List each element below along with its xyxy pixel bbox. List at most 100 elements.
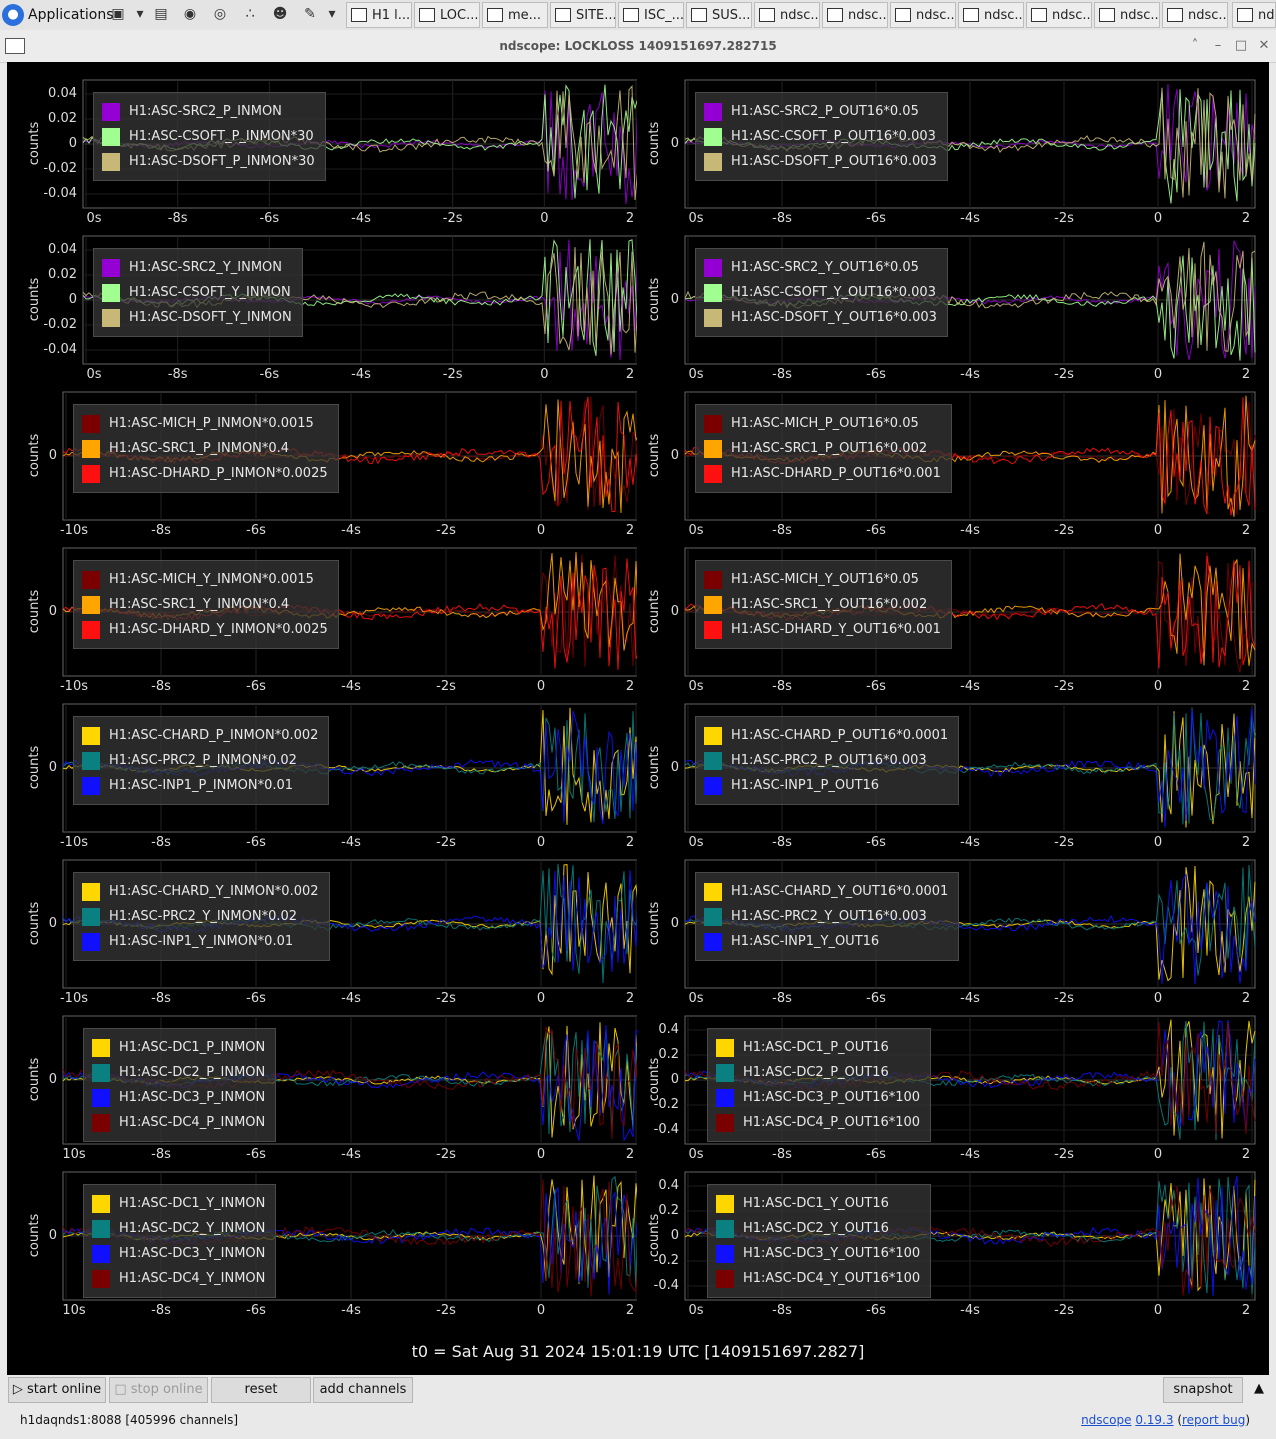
plot-legend[interactable]: H1:ASC-MICH_P_OUT16*0.05 H1:ASC-SRC1_P_OU…	[695, 404, 952, 493]
legend-item[interactable]: H1:ASC-DC2_P_INMON	[92, 1060, 265, 1085]
legend-item[interactable]: H1:ASC-DC4_P_OUT16*100	[716, 1110, 920, 1135]
legend-item[interactable]: H1:ASC-DC3_P_INMON	[92, 1085, 265, 1110]
legend-item[interactable]: H1:ASC-PRC2_P_OUT16*0.003	[704, 748, 948, 773]
plot-panel[interactable]: counts 0s -8s -6s -4s -2s 0 2 0 H1:ASC-MICH_P_OUT…	[627, 374, 1257, 538]
version-link[interactable]: 0.19.3	[1135, 1413, 1173, 1427]
taskbar-window-item[interactable]: ndsc...	[1094, 2, 1160, 28]
legend-item[interactable]: H1:ASC-DSOFT_P_INMON*30	[102, 149, 315, 174]
taskbar-window-item[interactable]: nd	[1232, 2, 1276, 28]
add-channels-button[interactable]: add channels	[313, 1377, 413, 1403]
legend-item[interactable]: H1:ASC-PRC2_Y_INMON*0.02	[82, 904, 319, 929]
legend-item[interactable]: H1:ASC-MICH_P_INMON*0.0015	[82, 411, 328, 436]
legend-item[interactable]: H1:ASC-CHARD_P_INMON*0.002	[82, 723, 318, 748]
close-button[interactable]: ✕	[1255, 37, 1273, 55]
plot-panel[interactable]: counts 0s -8s -6s -4s -2s 0 2 0 H1:ASC-CHARD_P_OU…	[627, 686, 1257, 850]
plot-legend[interactable]: H1:ASC-MICH_P_INMON*0.0015 H1:ASC-SRC1_P_…	[73, 404, 339, 493]
legend-item[interactable]: H1:ASC-SRC2_Y_INMON	[102, 255, 292, 280]
legend-item[interactable]: H1:ASC-INP1_P_INMON*0.01	[82, 773, 318, 798]
report-bug-link[interactable]: report bug	[1182, 1413, 1245, 1427]
legend-item[interactable]: H1:ASC-MICH_P_OUT16*0.05	[704, 411, 941, 436]
plot-panel[interactable]: counts 0s -8s -6s -4s -2s 0 2 0.4 0.2 0 -0.2 -0.4 H1:…	[627, 998, 1257, 1162]
legend-item[interactable]: H1:ASC-DC1_P_INMON	[92, 1035, 265, 1060]
plot-panel[interactable]: counts 0s -8s -6s -4s -2s 0 2 0.4 0.2 0 -0.2 -0.4 H1:…	[627, 1154, 1257, 1318]
plot-legend[interactable]: H1:ASC-DC1_P_OUT16 H1:ASC-DC2_P_OUT16 H1:A…	[707, 1028, 932, 1142]
legend-item[interactable]: H1:ASC-SRC2_P_INMON	[102, 99, 315, 124]
legend-item[interactable]: H1:ASC-PRC2_Y_OUT16*0.003	[704, 904, 948, 929]
taskbar-window-item[interactable]: ndsc...	[1162, 2, 1228, 28]
legend-item[interactable]: H1:ASC-CSOFT_Y_OUT16*0.003	[704, 280, 937, 305]
legend-item[interactable]: H1:ASC-SRC1_Y_INMON*0.4	[82, 592, 328, 617]
taskbar-window-item[interactable]: ndsc...	[822, 2, 888, 28]
legend-item[interactable]: H1:ASC-CHARD_Y_INMON*0.002	[82, 879, 319, 904]
taskbar-window-item[interactable]: ndsc...	[754, 2, 820, 28]
legend-item[interactable]: H1:ASC-DC1_P_OUT16	[716, 1035, 920, 1060]
legend-item[interactable]: H1:ASC-DC4_Y_OUT16*100	[716, 1266, 920, 1291]
legend-item[interactable]: H1:ASC-SRC1_P_OUT16*0.002	[704, 436, 941, 461]
legend-item[interactable]: H1:ASC-INP1_P_OUT16	[704, 773, 948, 798]
legend-item[interactable]: H1:ASC-DHARD_Y_INMON*0.0025	[82, 617, 328, 642]
legend-item[interactable]: H1:ASC-DC1_Y_INMON	[92, 1191, 265, 1216]
plot-panel[interactable]: counts 10s -8s -6s -4s -2s 0 2 0 H1:ASC-DC1_P_INM…	[7, 998, 637, 1162]
legend-item[interactable]: H1:ASC-DHARD_Y_OUT16*0.001	[704, 617, 941, 642]
legend-item[interactable]: H1:ASC-SRC2_P_OUT16*0.05	[704, 99, 937, 124]
legend-item[interactable]: H1:ASC-DC3_Y_INMON	[92, 1241, 265, 1266]
legend-item[interactable]: H1:ASC-DHARD_P_OUT16*0.001	[704, 461, 941, 486]
snapshot-button[interactable]: snapshot	[1163, 1377, 1243, 1403]
legend-item[interactable]: H1:ASC-DSOFT_Y_INMON	[102, 305, 292, 330]
firefox-icon[interactable]: ◉	[180, 4, 200, 24]
legend-item[interactable]: H1:ASC-CSOFT_P_INMON*30	[102, 124, 315, 149]
taskbar-window-item[interactable]: SUS...	[686, 2, 752, 28]
ndscope-link[interactable]: ndscope	[1081, 1413, 1131, 1427]
legend-item[interactable]: H1:ASC-SRC1_Y_OUT16*0.002	[704, 592, 941, 617]
plot-panel[interactable]: counts -10s -8s -6s -4s -2s 0 2 0 H1:ASC-CHARD_Y_…	[7, 842, 637, 1006]
legend-item[interactable]: H1:ASC-DHARD_P_INMON*0.0025	[82, 461, 328, 486]
legend-item[interactable]: H1:ASC-DC3_Y_OUT16*100	[716, 1241, 920, 1266]
legend-item[interactable]: H1:ASC-DC3_P_OUT16*100	[716, 1085, 920, 1110]
plot-legend[interactable]: H1:ASC-CHARD_Y_INMON*0.002 H1:ASC-PRC2_Y_…	[73, 872, 330, 961]
legend-item[interactable]: H1:ASC-CHARD_Y_OUT16*0.0001	[704, 879, 948, 904]
plot-legend[interactable]: H1:ASC-SRC2_Y_INMON H1:ASC-CSOFT_Y_INMON H…	[93, 248, 303, 337]
start-online-button[interactable]: ▷ start online	[8, 1377, 106, 1403]
plot-legend[interactable]: H1:ASC-MICH_Y_OUT16*0.05 H1:ASC-SRC1_Y_OU…	[695, 560, 952, 649]
collapse-icon[interactable]: ▲	[1248, 1377, 1270, 1403]
maximize-button[interactable]: □	[1232, 37, 1250, 55]
legend-item[interactable]: H1:ASC-SRC2_Y_OUT16*0.05	[704, 255, 937, 280]
plot-legend[interactable]: H1:ASC-CHARD_Y_OUT16*0.0001 H1:ASC-PRC2_Y…	[695, 872, 960, 961]
plot-legend[interactable]: H1:ASC-SRC2_Y_OUT16*0.05 H1:ASC-CSOFT_Y_O…	[695, 248, 948, 337]
taskbar-window-item[interactable]: me...	[482, 2, 548, 28]
plot-legend[interactable]: H1:ASC-DC1_Y_INMON H1:ASC-DC2_Y_INMON H1:A…	[83, 1184, 277, 1298]
legend-item[interactable]: H1:ASC-DC2_Y_INMON	[92, 1216, 265, 1241]
users-icon[interactable]: ☻	[270, 4, 290, 24]
plot-legend[interactable]: H1:ASC-SRC2_P_OUT16*0.05 H1:ASC-CSOFT_P_O…	[695, 92, 948, 181]
plot-panel[interactable]: counts -10s -8s -6s -4s -2s 0 2 0 H1:ASC-MICH_Y_I…	[7, 530, 637, 694]
plot-panel[interactable]: counts 0s -8s -6s -4s -2s 0 2 0.04 0.02 0 -0.02 -0.0…	[7, 62, 637, 226]
legend-item[interactable]: H1:ASC-DC2_P_OUT16	[716, 1060, 920, 1085]
taskbar-window-item[interactable]: H1 l...	[346, 2, 412, 28]
legend-item[interactable]: H1:ASC-INP1_Y_OUT16	[704, 929, 948, 954]
legend-item[interactable]: H1:ASC-MICH_Y_INMON*0.0015	[82, 567, 328, 592]
taskbar-window-item[interactable]: ndsc...	[958, 2, 1024, 28]
plot-panel[interactable]: counts 0s -8s -6s -4s -2s 0 2 0 H1:ASC-CHARD_Y_OU…	[627, 842, 1257, 1006]
chevron-down-icon[interactable]: ▾	[130, 4, 150, 24]
plot-panel[interactable]: counts 0s -8s -6s -4s -2s 0 2 0.04 0.02 0 -0.02 -0.0…	[7, 218, 637, 382]
plot-legend[interactable]: H1:ASC-MICH_Y_INMON*0.0015 H1:ASC-SRC1_Y_…	[73, 560, 339, 649]
legend-item[interactable]: H1:ASC-DC2_Y_OUT16	[716, 1216, 920, 1241]
plot-legend[interactable]: H1:ASC-CHARD_P_OUT16*0.0001 H1:ASC-PRC2_P…	[695, 716, 960, 805]
plot-panel[interactable]: counts 10s -8s -6s -4s -2s 0 2 0 H1:ASC-DC1_Y_INM…	[7, 1154, 637, 1318]
plot-legend[interactable]: H1:ASC-DC1_Y_OUT16 H1:ASC-DC2_Y_OUT16 H1:A…	[707, 1184, 932, 1298]
taskbar-window-item[interactable]: ndsc...	[890, 2, 956, 28]
plot-legend[interactable]: H1:ASC-SRC2_P_INMON H1:ASC-CSOFT_P_INMON*…	[93, 92, 326, 181]
legend-item[interactable]: H1:ASC-CSOFT_Y_INMON	[102, 280, 292, 305]
chromium-icon[interactable]: ◎	[210, 4, 230, 24]
folder-icon[interactable]: ▤	[151, 4, 171, 24]
plot-panel[interactable]: counts 0s -8s -6s -4s -2s 0 2 0 H1:ASC-SRC2_Y_OUT…	[627, 218, 1257, 382]
taskbar-window-item[interactable]: SITE...	[550, 2, 616, 28]
plot-legend[interactable]: H1:ASC-DC1_P_INMON H1:ASC-DC2_P_INMON H1:A…	[83, 1028, 277, 1142]
legend-item[interactable]: H1:ASC-DSOFT_P_OUT16*0.003	[704, 149, 937, 174]
notepad-icon[interactable]: ✎	[300, 4, 320, 24]
share-icon[interactable]: ∴	[240, 4, 260, 24]
chevron-down-icon[interactable]: ▾	[322, 4, 342, 24]
plot-panel[interactable]: counts 0s -8s -6s -4s -2s 0 2 0 H1:ASC-MICH_Y_OUT…	[627, 530, 1257, 694]
legend-item[interactable]: H1:ASC-CSOFT_P_OUT16*0.003	[704, 124, 937, 149]
legend-item[interactable]: H1:ASC-DC4_Y_INMON	[92, 1266, 265, 1291]
